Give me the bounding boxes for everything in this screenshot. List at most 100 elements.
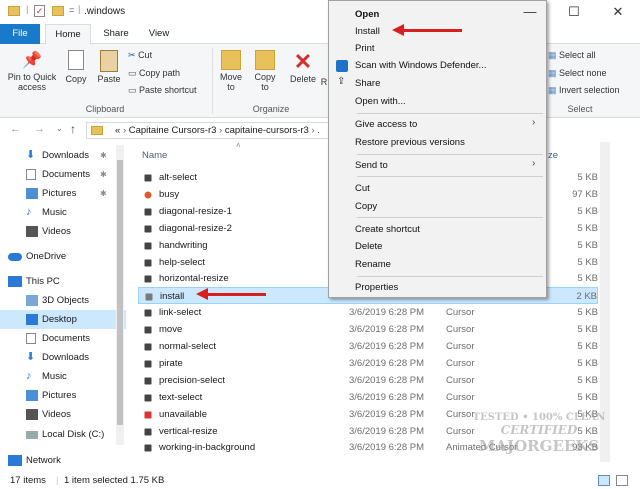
file-size: 5 KB <box>577 172 598 183</box>
menu-item-install[interactable]: Install <box>355 26 380 37</box>
nav-item-pictures[interactable]: Pictures ✱ <box>0 184 126 203</box>
tab-view[interactable]: View <box>140 24 178 44</box>
minimize-icon[interactable]: — <box>508 0 552 24</box>
properties-icon[interactable]: ✓ <box>34 5 45 17</box>
select-all-button[interactable]: ▦ Select all <box>548 50 596 61</box>
nav-item-videos-pc[interactable]: Videos <box>0 405 126 424</box>
cursor-file-icon <box>144 360 152 368</box>
cut-button[interactable]: ✂ Cut <box>128 50 152 61</box>
select-none-button[interactable]: ▦ Select none <box>548 68 607 79</box>
invert-selection-button[interactable]: ▦ Invert selection <box>548 85 620 96</box>
details-view-icon[interactable] <box>598 475 610 486</box>
selection-info: 1 item selected 1.75 KB <box>64 475 165 486</box>
menu-item-print[interactable]: Print <box>355 43 375 54</box>
move-to-button[interactable]: Move to <box>216 50 246 92</box>
breadcrumb[interactable]: . <box>317 125 320 136</box>
file-row[interactable]: link-select 3/6/2019 6:28 PM Cursor 5 KB <box>138 304 598 321</box>
copy-to-button[interactable]: Copy to <box>250 50 280 92</box>
folder-icon <box>8 6 20 16</box>
nav-item-documents[interactable]: Documents ✱ <box>0 165 126 184</box>
file-name: precision-select <box>159 374 225 386</box>
nav-item-this-pc[interactable]: This PC <box>0 272 126 291</box>
file-size: 5 KB <box>577 374 598 386</box>
column-header-size[interactable]: ze <box>548 150 558 161</box>
group-label-clipboard: Clipboard <box>85 104 125 114</box>
menu-separator <box>357 276 543 277</box>
rename-button[interactable]: R <box>320 77 328 87</box>
context-menu: Open Install Print Scan with Windows Def… <box>328 0 547 298</box>
nav-item-network[interactable]: Network <box>0 451 126 470</box>
pin-icon[interactable]: ✱ <box>100 165 107 184</box>
paste-button[interactable]: Paste <box>94 50 124 84</box>
nav-scrollbar-thumb[interactable] <box>117 160 123 425</box>
menu-item-delete[interactable]: Delete <box>355 241 382 252</box>
breadcrumb[interactable]: capitaine-cursors-r3 <box>225 125 309 136</box>
pictures-icon <box>26 188 38 199</box>
menu-item-share[interactable]: Share <box>355 78 380 89</box>
breadcrumb[interactable]: Capitaine Cursors-r3 <box>129 125 217 136</box>
file-date: 3/6/2019 6:28 PM <box>349 408 424 420</box>
nav-item-documents-pc[interactable]: Documents <box>0 329 126 348</box>
menu-item-create-shortcut[interactable]: Create shortcut <box>355 224 420 235</box>
menu-item-send-to[interactable]: Send to <box>355 160 388 171</box>
menu-separator <box>357 154 543 155</box>
nav-item-3d-objects[interactable]: 3D Objects <box>0 291 126 310</box>
submenu-arrow-icon: › <box>532 117 536 128</box>
file-row[interactable]: precision-select 3/6/2019 6:28 PM Cursor 5 … <box>138 372 598 389</box>
file-row[interactable]: normal-select 3/6/2019 6:28 PM Cursor 5 KB <box>138 338 598 355</box>
menu-item-open-with[interactable]: Open with... <box>355 96 406 107</box>
up-icon[interactable]: ↑ <box>70 122 76 136</box>
menu-item-open[interactable]: Open <box>355 9 379 20</box>
drive-icon <box>26 431 38 439</box>
menu-item-properties[interactable]: Properties <box>355 282 398 293</box>
nav-item-local-disk[interactable]: Local Disk (C:) <box>0 425 126 444</box>
file-name: install <box>160 291 185 303</box>
large-icons-view-icon[interactable] <box>616 475 628 486</box>
address-bar[interactable]: « › Capitaine Cursors-r3 › capitaine-cur… <box>86 122 334 139</box>
pin-to-quick-access-button[interactable]: 📌 Pin to Quick access <box>2 50 62 92</box>
pin-icon[interactable]: ✱ <box>100 146 107 165</box>
menu-item-restore[interactable]: Restore previous versions <box>355 137 465 148</box>
tab-share[interactable]: Share <box>96 24 136 44</box>
overflow-chevron[interactable]: « <box>115 125 120 136</box>
nav-item-desktop[interactable]: Desktop <box>0 310 126 329</box>
pin-icon[interactable]: ✱ <box>100 184 107 203</box>
nav-item-onedrive[interactable]: OneDrive <box>0 247 126 266</box>
file-date: 3/6/2019 6:28 PM <box>349 307 424 319</box>
menu-item-scan[interactable]: Scan with Windows Defender... <box>355 60 486 71</box>
close-icon[interactable]: ✕ <box>596 0 640 24</box>
paste-shortcut-button[interactable]: ▭ Paste shortcut <box>128 85 197 96</box>
nav-item-music[interactable]: ♪ Music <box>0 203 126 222</box>
nav-item-downloads[interactable]: ⬇ Downloads ✱ <box>0 146 126 165</box>
file-name: handwriting <box>159 239 208 251</box>
nav-item-music-pc[interactable]: ♪ Music <box>0 367 126 386</box>
file-row[interactable]: text-select 3/6/2019 6:28 PM Cursor 5 KB <box>138 389 598 406</box>
new-folder-icon[interactable] <box>52 6 64 16</box>
menu-item-rename[interactable]: Rename <box>355 259 391 270</box>
delete-button[interactable]: ✕ Delete <box>288 50 318 85</box>
cursor-file-icon <box>144 428 152 435</box>
group-label-select: Select <box>567 104 593 114</box>
copy-button[interactable]: Copy <box>62 50 90 84</box>
cursor-file-icon <box>144 275 152 283</box>
nav-item-downloads-pc[interactable]: ⬇ Downloads <box>0 348 126 367</box>
tab-file[interactable]: File <box>0 24 40 44</box>
menu-item-copy[interactable]: Copy <box>355 201 377 212</box>
recent-locations-icon[interactable]: ⌄ <box>56 124 63 133</box>
tab-home[interactable]: Home <box>45 24 91 45</box>
file-type: Cursor <box>446 391 475 403</box>
status-bar: 17 items | 1 item selected 1.75 KB <box>0 472 640 489</box>
file-row[interactable]: pirate 3/6/2019 6:28 PM Cursor 5 KB <box>138 355 598 372</box>
customize-toolbar-icon[interactable]: = <box>69 5 74 15</box>
maximize-icon[interactable]: ☐ <box>552 0 596 24</box>
menu-item-cut[interactable]: Cut <box>355 183 370 194</box>
menu-item-give-access[interactable]: Give access to <box>355 119 417 130</box>
column-header-name[interactable]: Name <box>142 150 167 161</box>
copy-path-button[interactable]: ▭ Copy path <box>128 68 180 79</box>
nav-item-videos[interactable]: Videos <box>0 222 126 241</box>
back-icon[interactable]: ← <box>10 123 21 135</box>
nav-item-pictures-pc[interactable]: Pictures <box>0 386 126 405</box>
file-date: 3/6/2019 6:28 PM <box>349 324 424 336</box>
file-row[interactable]: move 3/6/2019 6:28 PM Cursor 5 KB <box>138 321 598 338</box>
forward-icon[interactable]: → <box>34 123 45 135</box>
